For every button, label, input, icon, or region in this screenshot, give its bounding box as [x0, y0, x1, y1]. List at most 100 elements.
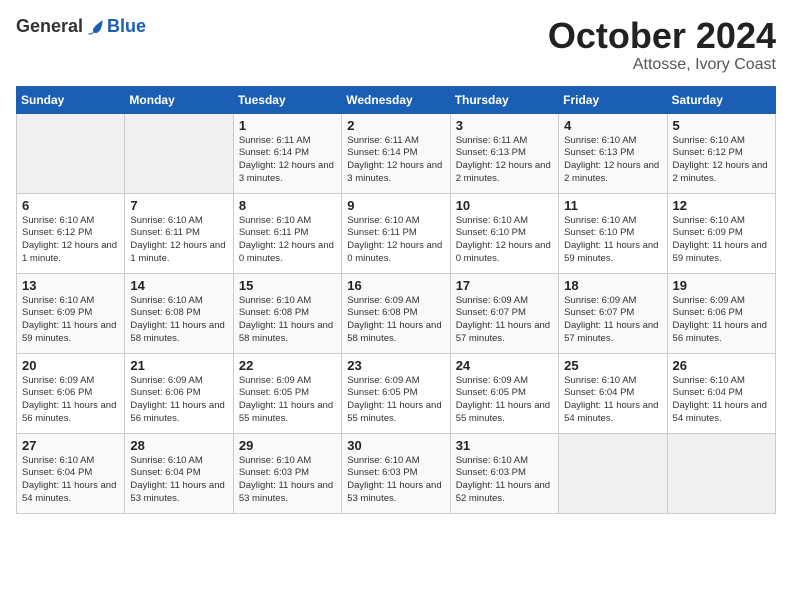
calendar-cell: 4 Sunrise: 6:10 AM Sunset: 6:13 PM Daylig… [559, 113, 667, 193]
cell-info: Sunrise: 6:09 AM Sunset: 6:05 PM Dayligh… [239, 375, 336, 426]
calendar-cell: 31Sunrise: 6:10 AM Sunset: 6:03 PM Dayli… [450, 433, 558, 513]
cell-info: Sunrise: 6:11 AM Sunset: 6:13 PM Dayligh… [456, 135, 553, 186]
day-number: 15 [239, 278, 336, 293]
page-header: General Blue October 2024 Attosse, Ivory… [16, 16, 776, 74]
day-number: 23 [347, 358, 444, 373]
calendar-cell: 29Sunrise: 6:10 AM Sunset: 6:03 PM Dayli… [233, 433, 341, 513]
calendar-cell: 18 Sunrise: 6:09 AM Sunset: 6:07 PM Dayli… [559, 273, 667, 353]
calendar-cell [559, 433, 667, 513]
calendar-cell: 23 Sunrise: 6:09 AM Sunset: 6:05 PM Dayli… [342, 353, 450, 433]
cell-info: Sunrise: 6:10 AM Sunset: 6:08 PM Dayligh… [239, 295, 336, 346]
day-number: 8 [239, 198, 336, 213]
cell-info: Sunrise: 6:10 AM Sunset: 6:10 PM Dayligh… [456, 215, 553, 266]
day-number: 6 [22, 198, 119, 213]
calendar-cell [125, 113, 233, 193]
day-number: 17 [456, 278, 553, 293]
cell-info: Sunrise: 6:10 AM Sunset: 6:04 PM Dayligh… [130, 455, 227, 506]
day-number: 24 [456, 358, 553, 373]
calendar-cell: 30 Sunrise: 6:10 AM Sunset: 6:03 PM Dayli… [342, 433, 450, 513]
day-number: 27 [22, 438, 119, 453]
cell-info: Sunrise: 6:11 AM Sunset: 6:14 PM Dayligh… [239, 135, 336, 186]
calendar-cell: 13 Sunrise: 6:10 AM Sunset: 6:09 PM Dayli… [17, 273, 125, 353]
day-number: 19 [673, 278, 770, 293]
day-number: 12 [673, 198, 770, 213]
header-row: SundayMondayTuesdayWednesdayThursdayFrid… [17, 86, 776, 113]
week-row-4: 20Sunrise: 6:09 AM Sunset: 6:06 PM Dayli… [17, 353, 776, 433]
month-title: October 2024 [548, 16, 776, 56]
day-number: 31 [456, 438, 553, 453]
calendar-cell [667, 433, 775, 513]
day-number: 20 [22, 358, 119, 373]
cell-info: Sunrise: 6:10 AM Sunset: 6:13 PM Dayligh… [564, 135, 661, 186]
calendar-cell: 6 Sunrise: 6:10 AM Sunset: 6:12 PM Daylig… [17, 193, 125, 273]
cell-info: Sunrise: 6:10 AM Sunset: 6:08 PM Dayligh… [130, 295, 227, 346]
calendar-cell: 26 Sunrise: 6:10 AM Sunset: 6:04 PM Dayli… [667, 353, 775, 433]
day-number: 1 [239, 118, 336, 133]
calendar-cell: 24 Sunrise: 6:09 AM Sunset: 6:05 PM Dayli… [450, 353, 558, 433]
header-cell-sunday: Sunday [17, 86, 125, 113]
cell-info: Sunrise: 6:10 AM Sunset: 6:03 PM Dayligh… [347, 455, 444, 506]
calendar-cell: 9 Sunrise: 6:10 AM Sunset: 6:11 PM Daylig… [342, 193, 450, 273]
day-number: 22 [239, 358, 336, 373]
day-number: 4 [564, 118, 661, 133]
calendar-cell: 16Sunrise: 6:09 AM Sunset: 6:08 PM Dayli… [342, 273, 450, 353]
calendar-cell: 11 Sunrise: 6:10 AM Sunset: 6:10 PM Dayli… [559, 193, 667, 273]
day-number: 18 [564, 278, 661, 293]
calendar-cell: 22 Sunrise: 6:09 AM Sunset: 6:05 PM Dayli… [233, 353, 341, 433]
day-number: 13 [22, 278, 119, 293]
week-row-5: 27 Sunrise: 6:10 AM Sunset: 6:04 PM Dayli… [17, 433, 776, 513]
day-number: 9 [347, 198, 444, 213]
cell-info: Sunrise: 6:10 AM Sunset: 6:11 PM Dayligh… [347, 215, 444, 266]
day-number: 28 [130, 438, 227, 453]
calendar-cell: 2 Sunrise: 6:11 AM Sunset: 6:14 PM Daylig… [342, 113, 450, 193]
calendar-cell: 15 Sunrise: 6:10 AM Sunset: 6:08 PM Dayli… [233, 273, 341, 353]
header-cell-thursday: Thursday [450, 86, 558, 113]
calendar-cell: 5 Sunrise: 6:10 AM Sunset: 6:12 PM Daylig… [667, 113, 775, 193]
day-number: 10 [456, 198, 553, 213]
day-number: 14 [130, 278, 227, 293]
cell-info: Sunrise: 6:10 AM Sunset: 6:11 PM Dayligh… [239, 215, 336, 266]
calendar-table: SundayMondayTuesdayWednesdayThursdayFrid… [16, 86, 776, 514]
calendar-cell: 17Sunrise: 6:09 AM Sunset: 6:07 PM Dayli… [450, 273, 558, 353]
cell-info: Sunrise: 6:10 AM Sunset: 6:11 PM Dayligh… [130, 215, 227, 266]
day-number: 30 [347, 438, 444, 453]
day-number: 26 [673, 358, 770, 373]
calendar-cell: 19 Sunrise: 6:09 AM Sunset: 6:06 PM Dayli… [667, 273, 775, 353]
day-number: 11 [564, 198, 661, 213]
header-cell-tuesday: Tuesday [233, 86, 341, 113]
cell-info: Sunrise: 6:10 AM Sunset: 6:09 PM Dayligh… [22, 295, 119, 346]
cell-info: Sunrise: 6:10 AM Sunset: 6:12 PM Dayligh… [673, 135, 770, 186]
week-row-2: 6 Sunrise: 6:10 AM Sunset: 6:12 PM Daylig… [17, 193, 776, 273]
calendar-cell: 12 Sunrise: 6:10 AM Sunset: 6:09 PM Dayli… [667, 193, 775, 273]
cell-info: Sunrise: 6:10 AM Sunset: 6:12 PM Dayligh… [22, 215, 119, 266]
calendar-cell: 25Sunrise: 6:10 AM Sunset: 6:04 PM Dayli… [559, 353, 667, 433]
title-block: October 2024 Attosse, Ivory Coast [548, 16, 776, 74]
logo-general-text: General [16, 16, 83, 37]
cell-info: Sunrise: 6:10 AM Sunset: 6:04 PM Dayligh… [673, 375, 770, 426]
calendar-cell: 14 Sunrise: 6:10 AM Sunset: 6:08 PM Dayli… [125, 273, 233, 353]
cell-info: Sunrise: 6:11 AM Sunset: 6:14 PM Dayligh… [347, 135, 444, 186]
day-number: 5 [673, 118, 770, 133]
logo-bird-icon [87, 18, 105, 36]
cell-info: Sunrise: 6:09 AM Sunset: 6:06 PM Dayligh… [673, 295, 770, 346]
calendar-cell: 7 Sunrise: 6:10 AM Sunset: 6:11 PM Daylig… [125, 193, 233, 273]
day-number: 7 [130, 198, 227, 213]
calendar-cell: 28 Sunrise: 6:10 AM Sunset: 6:04 PM Dayli… [125, 433, 233, 513]
calendar-cell: 8 Sunrise: 6:10 AM Sunset: 6:11 PM Daylig… [233, 193, 341, 273]
cell-info: Sunrise: 6:09 AM Sunset: 6:05 PM Dayligh… [456, 375, 553, 426]
day-number: 29 [239, 438, 336, 453]
calendar-cell: 27Sunrise: 6:10 AM Sunset: 6:04 PM Dayli… [17, 433, 125, 513]
cell-info: Sunrise: 6:09 AM Sunset: 6:05 PM Dayligh… [347, 375, 444, 426]
header-cell-saturday: Saturday [667, 86, 775, 113]
location-subtitle: Attosse, Ivory Coast [548, 56, 776, 74]
day-number: 3 [456, 118, 553, 133]
cell-info: Sunrise: 6:09 AM Sunset: 6:07 PM Dayligh… [564, 295, 661, 346]
cell-info: Sunrise: 6:10 AM Sunset: 6:09 PM Dayligh… [673, 215, 770, 266]
calendar-cell: 21Sunrise: 6:09 AM Sunset: 6:06 PM Dayli… [125, 353, 233, 433]
cell-info: Sunrise: 6:10 AM Sunset: 6:04 PM Dayligh… [564, 375, 661, 426]
week-row-3: 13 Sunrise: 6:10 AM Sunset: 6:09 PM Dayli… [17, 273, 776, 353]
cell-info: Sunrise: 6:09 AM Sunset: 6:08 PM Dayligh… [347, 295, 444, 346]
day-number: 2 [347, 118, 444, 133]
calendar-cell [17, 113, 125, 193]
cell-info: Sunrise: 6:10 AM Sunset: 6:10 PM Dayligh… [564, 215, 661, 266]
